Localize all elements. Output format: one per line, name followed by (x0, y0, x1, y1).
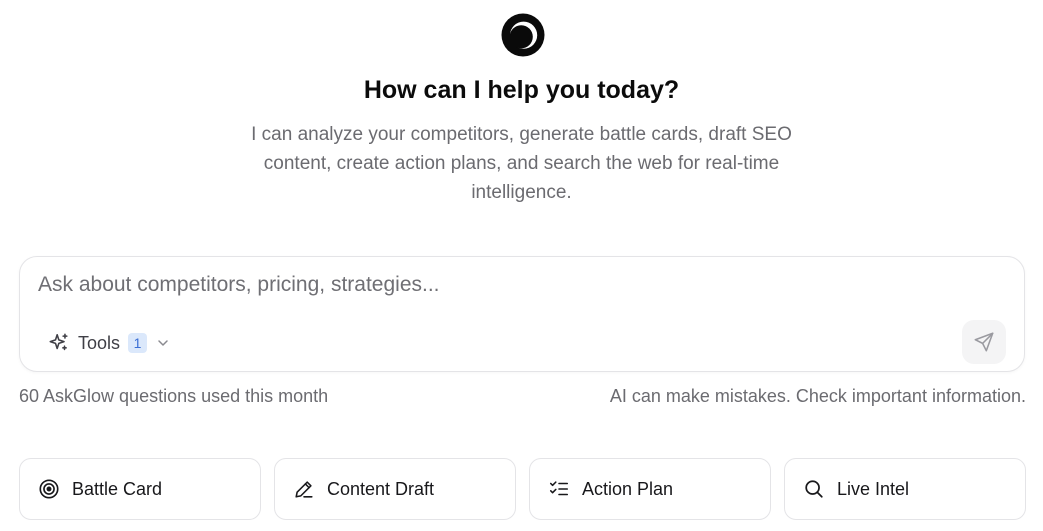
ring-logo-icon (500, 12, 546, 58)
content-draft-button[interactable]: Content Draft (274, 458, 516, 520)
tools-count-badge: 1 (128, 333, 148, 353)
chat-input[interactable] (38, 271, 998, 303)
battle-card-label: Battle Card (72, 478, 163, 499)
page-subtitle: I can analyze your competitors, generate… (251, 124, 792, 203)
send-button[interactable] (962, 320, 1006, 364)
page-title: How can I help you today? (363, 76, 680, 104)
chevron-down-icon (155, 335, 171, 351)
battle-card-button[interactable]: Battle Card (19, 458, 261, 520)
live-intel-label: Live Intel (837, 478, 910, 499)
tools-button[interactable]: Tools 1 (48, 329, 171, 357)
usage-counter: 60 AskGlow questions used this month (19, 386, 329, 406)
chat-composer: Tools 1 (19, 256, 1025, 372)
tools-label: Tools (78, 332, 121, 353)
quick-actions: Battle Card Content Draft Action Plan Li… (19, 458, 1027, 520)
target-icon (38, 478, 60, 500)
ai-disclaimer: AI can make mistakes. Check important in… (609, 386, 1026, 406)
pencil-icon (293, 478, 315, 500)
action-plan-label: Action Plan (582, 478, 674, 499)
sparkles-icon (48, 332, 70, 354)
live-intel-button[interactable]: Live Intel (784, 458, 1026, 520)
checklist-icon (548, 478, 570, 500)
chat-home: How can I help you today? I can analyze … (0, 0, 1043, 531)
action-plan-button[interactable]: Action Plan (529, 458, 771, 520)
content-draft-label: Content Draft (327, 478, 435, 499)
search-icon (803, 478, 825, 500)
send-icon (973, 331, 995, 353)
